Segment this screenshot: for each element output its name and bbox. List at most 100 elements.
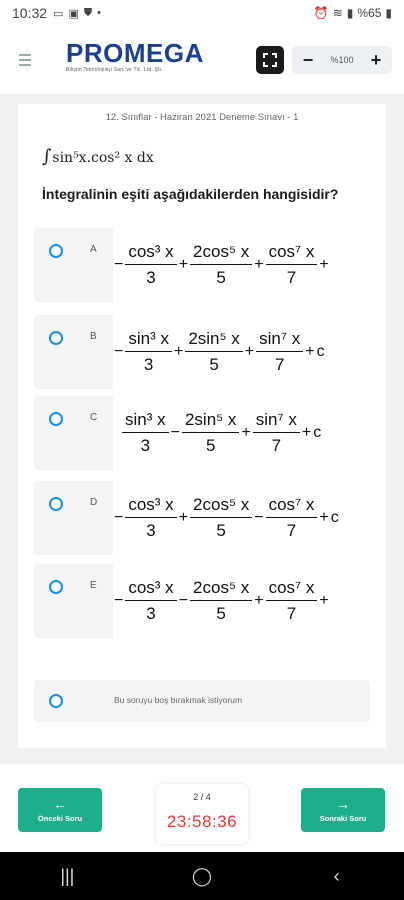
fraction-numerator: cos⁷ x	[265, 578, 318, 601]
option-formula: − cos³ x 3−2cos⁵ x 5 + cos⁷ x 7 +	[113, 564, 330, 638]
status-notification-icons: ▭ ▣ ⛊ •	[53, 7, 101, 20]
formula-operator: +	[301, 424, 312, 441]
formula-fraction: cos³ x 3	[125, 495, 177, 541]
app-header: PROMEGA Bilişim Teknolojileri San. ve Ti…	[0, 26, 404, 94]
fraction-denominator: 7	[286, 268, 297, 287]
fraction-numerator: cos³ x	[125, 495, 177, 518]
countdown-timer: 23:58:36	[166, 812, 238, 831]
formula-operator: −	[254, 509, 264, 526]
status-time: 10:32	[12, 5, 48, 21]
fraction-denominator: 7	[271, 436, 282, 455]
fraction-denominator: 7	[286, 604, 297, 623]
answer-option-c[interactable]: Csin³ x 3−2sin⁵ x 5 + sin⁷ x 7 + c	[34, 396, 370, 470]
fraction-numerator: cos⁷ x	[265, 495, 318, 518]
formula-operator: +	[305, 343, 315, 360]
option-letter: A	[90, 244, 97, 255]
dot-icon: •	[97, 7, 101, 19]
notification-icon: ▭	[53, 7, 64, 20]
fraction-denominator: 5	[205, 436, 216, 455]
answer-option-d[interactable]: D − cos³ x 3 +2cos⁵ x 5− cos⁷ x 7 + c	[34, 481, 370, 555]
question-card: 12. Sınıflar - Haziran 2021 Deneme Sınav…	[18, 104, 386, 748]
formula-fraction: sin⁷ x 7	[256, 329, 304, 375]
zoom-value: %100	[330, 55, 354, 65]
formula-operator: +	[254, 592, 264, 609]
fraction-numerator: cos⁷ x	[265, 242, 318, 265]
formula-fraction: sin³ x 3	[125, 329, 172, 375]
option-radio[interactable]	[49, 412, 63, 426]
formula-fraction: 2sin⁵ x 5	[185, 329, 243, 375]
fraction-denominator: 3	[146, 521, 156, 540]
skip-option[interactable]: Bu soruyu boş bırakmak istiyorum	[34, 680, 370, 722]
bottom-nav: ← Önceki Soru 2 / 4 23:58:36 → Sonraki S…	[0, 764, 404, 852]
formula-fraction: cos³ x 3	[125, 242, 177, 288]
system-nav-bar: ||| ◯ ‹	[0, 852, 404, 900]
arrow-right-icon: →	[336, 796, 350, 812]
fraction-denominator: 3	[146, 268, 156, 287]
option-letter: D	[90, 497, 98, 508]
question-text: İntegralinin eşiti aşağıdakilerden hangi…	[42, 186, 339, 202]
image-icon: ▣	[68, 7, 79, 20]
fraction-numerator: 2cos⁵ x	[190, 242, 253, 265]
formula-fraction: 2cos⁵ x 5	[190, 578, 253, 624]
next-question-button[interactable]: → Sonraki Soru	[301, 788, 385, 832]
formula-constant: c	[313, 424, 322, 441]
fraction-numerator: 2cos⁵ x	[190, 495, 253, 518]
next-question-label: Sonraki Soru	[319, 814, 367, 823]
formula-fraction: 2cos⁵ x 5	[190, 242, 253, 288]
status-bar: 10:32 ▭ ▣ ⛊ • ⏰ ≋ ▮ %65 ▮	[0, 0, 404, 26]
fraction-denominator: 5	[216, 604, 226, 623]
hamburger-icon	[19, 54, 31, 56]
fraction-denominator: 7	[286, 521, 297, 540]
fraction-denominator: 3	[140, 436, 151, 455]
arrow-left-icon: ←	[53, 796, 67, 812]
option-formula: sin³ x 3−2sin⁵ x 5 + sin⁷ x 7 + c	[113, 396, 322, 470]
formula-constant: c	[316, 343, 325, 360]
fraction-numerator: cos³ x	[125, 578, 177, 601]
battery-icon: ▮	[385, 6, 392, 20]
fraction-denominator: 3	[143, 355, 154, 374]
prev-question-label: Önceki Soru	[37, 814, 83, 823]
status-right: ⏰ ≋ ▮ %65 ▮	[314, 6, 392, 20]
option-formula-box: − cos³ x 3 +2cos⁵ x 5− cos⁷ x 7 + c	[113, 481, 370, 555]
home-icon[interactable]: ◯	[182, 866, 222, 887]
fraction-denominator: 5	[209, 355, 219, 374]
formula-sign: −	[114, 592, 124, 609]
battery-level: %65	[357, 6, 382, 20]
recent-apps-icon[interactable]: |||	[47, 866, 87, 887]
zoom-out-button[interactable]: −	[300, 51, 316, 69]
alarm-icon: ⏰	[313, 6, 329, 20]
option-radio[interactable]	[49, 497, 63, 511]
option-formula: − sin³ x 3 +2sin⁵ x 5 + sin⁷ x 7 + c	[113, 315, 326, 389]
page-number: 2 / 4	[193, 792, 211, 802]
formula-operator: −	[170, 424, 180, 441]
option-letter: B	[90, 331, 97, 342]
answer-option-b[interactable]: B − sin³ x 3 +2sin⁵ x 5 + sin⁷ x 7 + c	[34, 315, 370, 389]
fraction-numerator: sin⁷ x	[256, 329, 304, 352]
answer-option-a[interactable]: A − cos³ x 3 +2cos⁵ x 5 + cos⁷ x 7 +	[34, 228, 370, 302]
zoom-in-button[interactable]: +	[368, 51, 384, 69]
option-formula: − cos³ x 3 +2cos⁵ x 5 + cos⁷ x 7 +	[113, 228, 330, 302]
signal-icon: ▮	[346, 6, 354, 20]
formula-operator: +	[254, 256, 264, 273]
logo: PROMEGA Bilişim Teknolojileri San. ve Ti…	[66, 40, 206, 73]
back-icon[interactable]: ‹	[317, 866, 357, 887]
fraction-denominator: 5	[216, 521, 226, 540]
formula-fraction: 2cos⁵ x 5	[190, 495, 253, 541]
integral-expression: ∫sin⁵x.cos² x dx	[42, 146, 154, 167]
formula-sign: −	[114, 509, 124, 526]
formula-operator: +	[241, 424, 251, 441]
fraction-denominator: 7	[274, 355, 285, 374]
option-radio[interactable]	[49, 331, 63, 345]
fullscreen-button[interactable]	[256, 46, 284, 74]
fraction-numerator: 2cos⁵ x	[190, 578, 253, 601]
option-radio[interactable]	[49, 580, 63, 594]
fullscreen-icon	[263, 53, 277, 67]
answer-option-e[interactable]: E − cos³ x 3−2cos⁵ x 5 + cos⁷ x 7 +	[34, 564, 370, 638]
option-radio[interactable]	[49, 244, 63, 258]
skip-radio[interactable]	[49, 694, 63, 708]
formula-operator: +	[178, 509, 189, 526]
zoom-control: − %100 +	[292, 46, 392, 74]
menu-button[interactable]	[15, 50, 35, 70]
option-formula: − cos³ x 3 +2cos⁵ x 5− cos⁷ x 7 + c	[113, 481, 340, 555]
prev-question-button[interactable]: ← Önceki Soru	[18, 788, 102, 832]
